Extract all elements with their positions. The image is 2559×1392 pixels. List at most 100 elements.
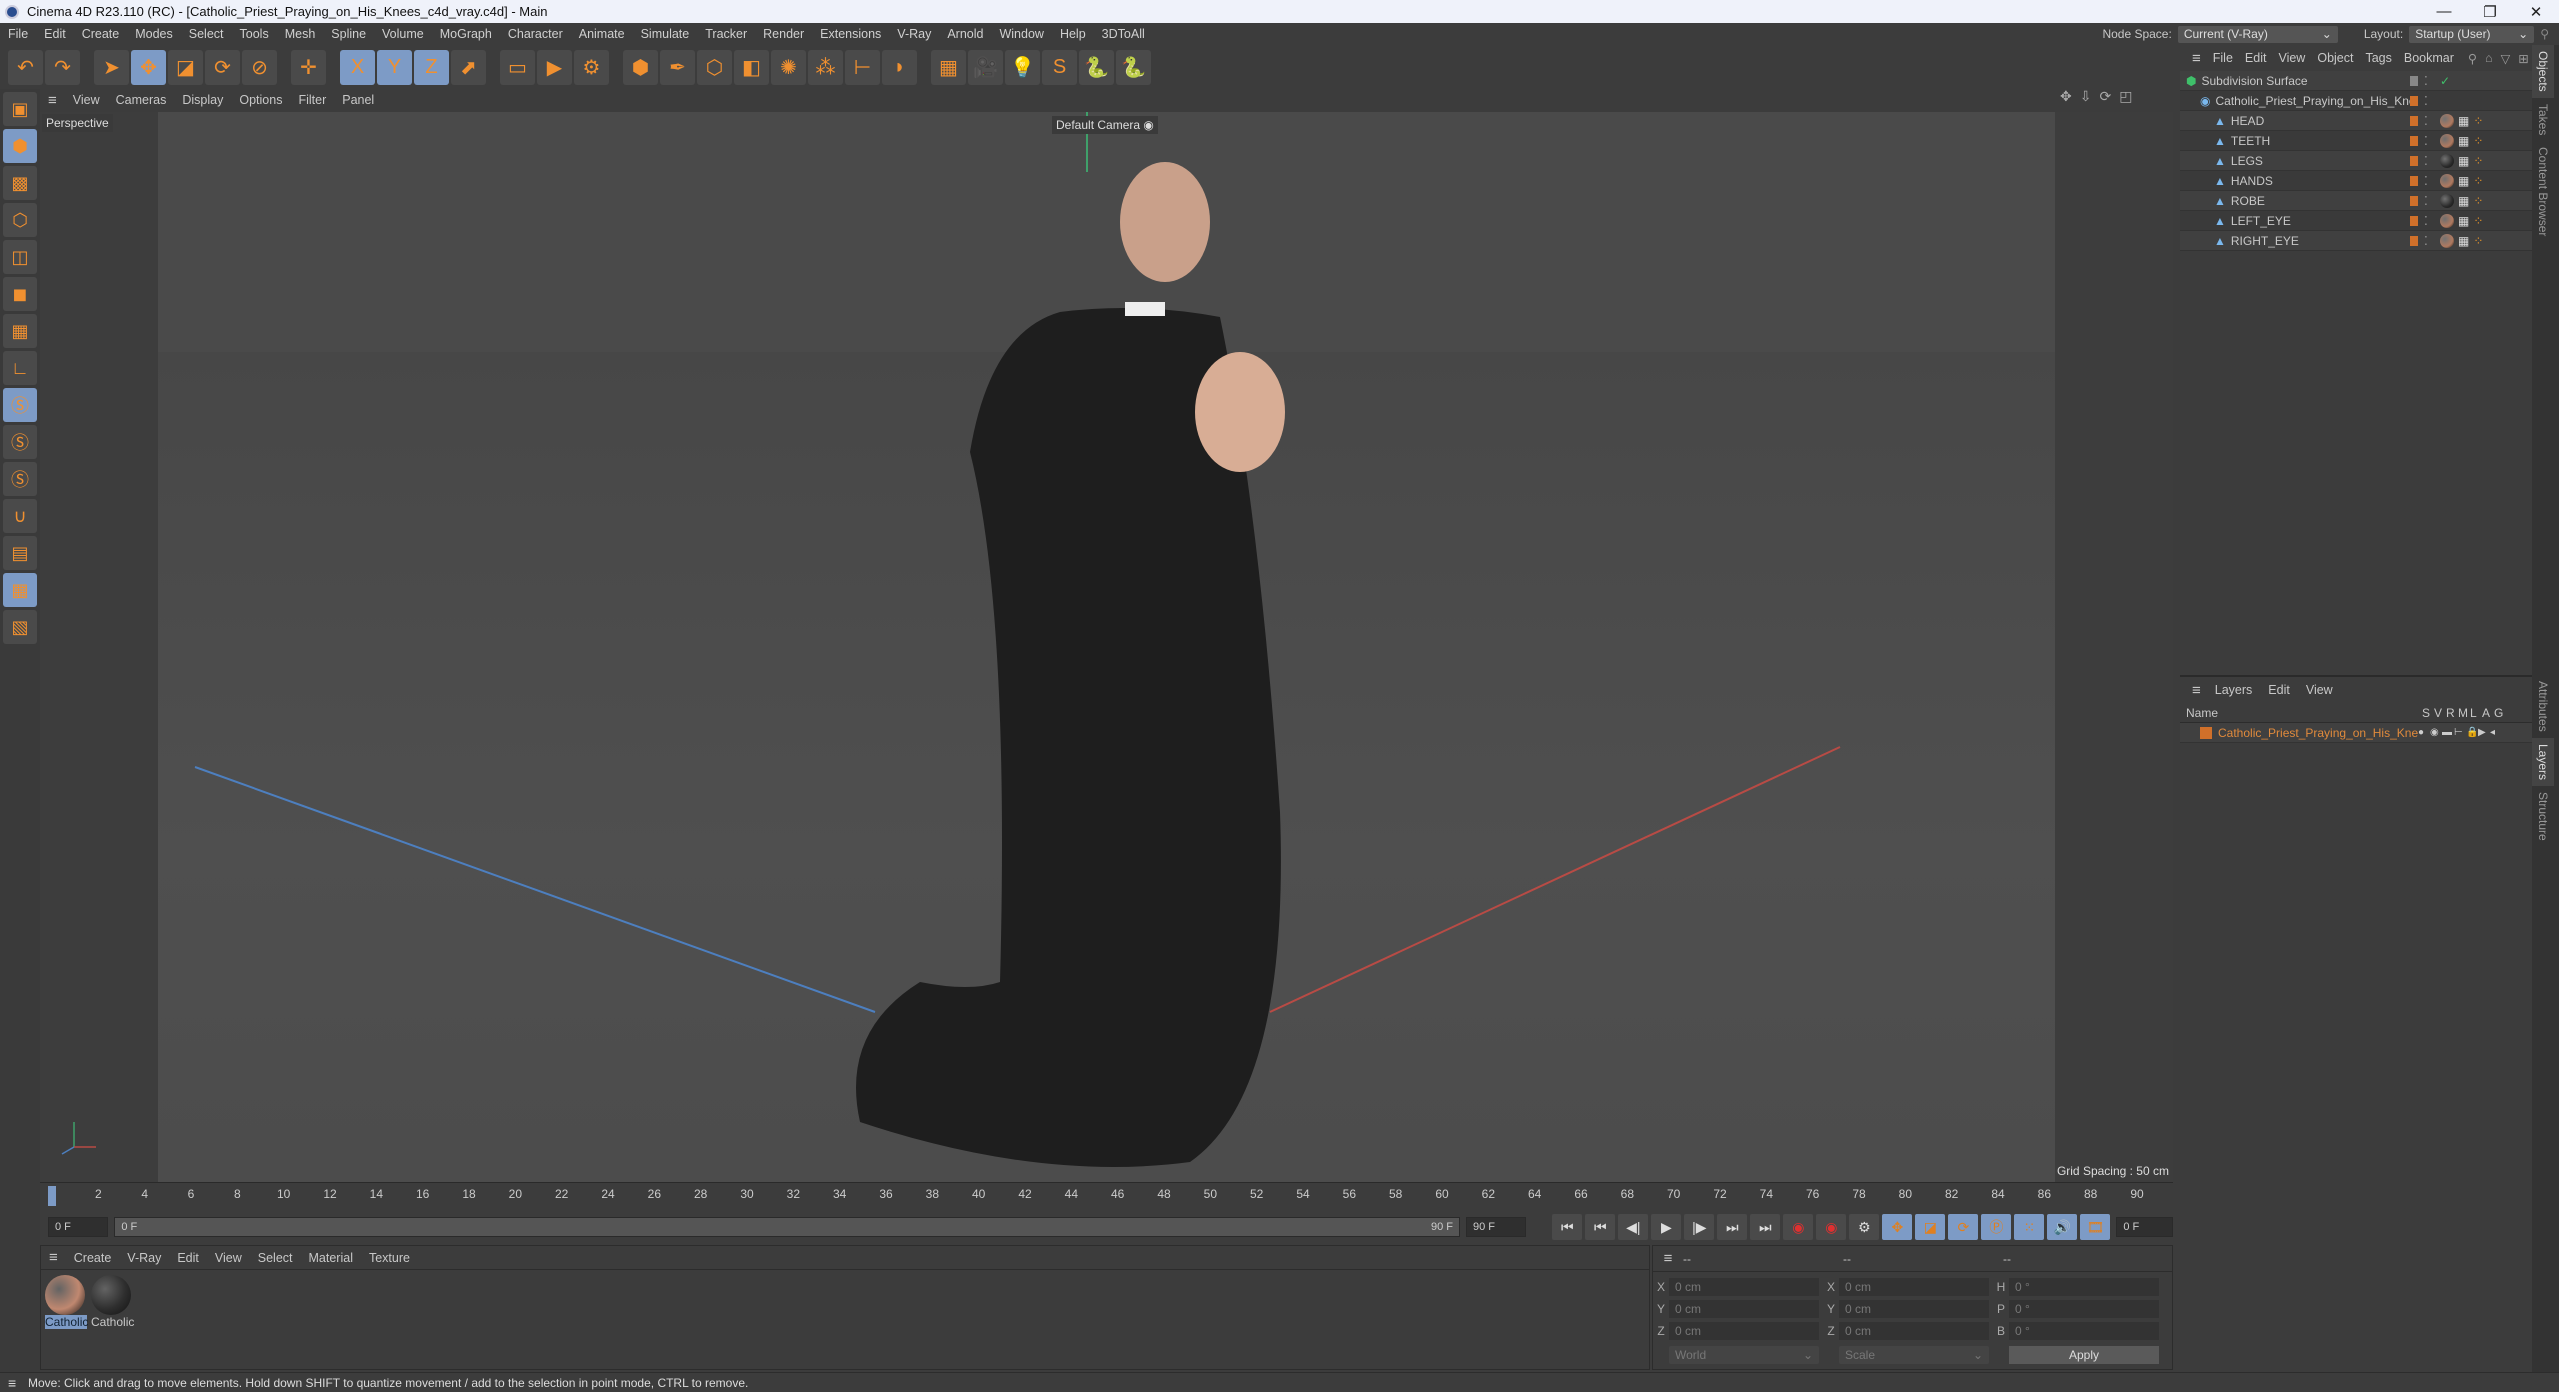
uvw-tag-icon[interactable]: ▦: [2458, 114, 2469, 128]
coordinate-field[interactable]: 0 cm: [1669, 1322, 1819, 1340]
menu-create[interactable]: Create: [74, 27, 128, 41]
layer-column-r[interactable]: R: [2446, 706, 2458, 720]
key-parameter-button[interactable]: Ⓟ: [1981, 1214, 2012, 1240]
side-tab-objects[interactable]: Objects: [2532, 45, 2554, 98]
menu-window[interactable]: Window: [991, 27, 1051, 41]
layout-dropdown[interactable]: Startup (User) ⌄: [2409, 25, 2535, 43]
minimize-button[interactable]: —: [2421, 3, 2467, 20]
uvw-tag-icon[interactable]: ▦: [2458, 194, 2469, 208]
right-frame-field[interactable]: 0 F: [2116, 1217, 2173, 1237]
workplane-button[interactable]: ▤: [3, 536, 37, 570]
material-menu-v-ray[interactable]: V-Ray: [119, 1251, 169, 1265]
material-menu-texture[interactable]: Texture: [361, 1251, 418, 1265]
playhead[interactable]: [48, 1186, 56, 1206]
search-icon[interactable]: ⚲: [2540, 27, 2549, 41]
node-space-dropdown[interactable]: Current (V-Ray) ⌄: [2177, 25, 2338, 43]
material-swatch[interactable]: Catholic: [45, 1275, 88, 1329]
menu-character[interactable]: Character: [500, 27, 571, 41]
object-row[interactable]: ▲ TEETH ⁚ ▦ ⁘: [2180, 131, 2532, 151]
uvw-tag-icon[interactable]: ▦: [2458, 154, 2469, 168]
scale-button[interactable]: ◪: [168, 49, 203, 85]
object-row[interactable]: ▲ LEFT_EYE ⁚ ▦ ⁘: [2180, 211, 2532, 231]
render-view-button[interactable]: ▭: [500, 49, 535, 85]
layer-column-s[interactable]: S: [2422, 706, 2434, 720]
visible-icon[interactable]: ◉: [2430, 727, 2442, 738]
vray-tag-icon[interactable]: ⁘: [2473, 174, 2483, 188]
coordinate-field[interactable]: 0 °: [2009, 1322, 2159, 1340]
menu-v-ray[interactable]: V-Ray: [889, 27, 939, 41]
material-menu-edit[interactable]: Edit: [169, 1251, 207, 1265]
play-button[interactable]: ▶: [1651, 1214, 1682, 1240]
redo-button[interactable]: ↷: [45, 49, 80, 85]
deformer-button[interactable]: ⊢: [845, 49, 880, 85]
side-tab-structure[interactable]: Structure: [2532, 786, 2554, 847]
object-row[interactable]: ▲ RIGHT_EYE ⁚ ▦ ⁘: [2180, 231, 2532, 251]
coordinate-mode-dropdown[interactable]: Scale ⌄: [1839, 1346, 1989, 1364]
side-tab-takes[interactable]: Takes: [2532, 98, 2554, 141]
menu-help[interactable]: Help: [1052, 27, 1094, 41]
layer-color-swatch[interactable]: [2410, 195, 2418, 206]
timeline-button[interactable]: 🎞: [2080, 1214, 2111, 1240]
object-menu-edit[interactable]: Edit: [2239, 51, 2273, 65]
viewport-menu-filter[interactable]: Filter: [290, 93, 334, 107]
key-pla-button[interactable]: ⁙: [2014, 1214, 2045, 1240]
viewport-menu-options[interactable]: Options: [231, 93, 290, 107]
coordinate-field[interactable]: 0 cm: [1669, 1300, 1819, 1318]
vray-tag-icon[interactable]: ⁘: [2473, 154, 2483, 168]
layer-color-swatch[interactable]: [2410, 175, 2418, 186]
visibility-dots-icon[interactable]: ⁚: [2424, 214, 2440, 228]
material-menu-select[interactable]: Select: [250, 1251, 301, 1265]
visibility-dots-icon[interactable]: ⁚: [2424, 234, 2440, 248]
apply-button[interactable]: Apply: [2009, 1346, 2159, 1364]
layer-column-m[interactable]: M: [2458, 706, 2470, 720]
axis-button[interactable]: ∟: [3, 351, 37, 385]
snap-button[interactable]: Ⓢ: [3, 388, 37, 422]
object-menu-tags[interactable]: Tags: [2359, 51, 2397, 65]
animation-icon[interactable]: ▶: [2478, 727, 2490, 738]
toggle-view-icon[interactable]: ◰: [2119, 88, 2132, 105]
material-swatch[interactable]: Catholic: [91, 1275, 134, 1329]
menu-mesh[interactable]: Mesh: [277, 27, 324, 41]
coordinate-field[interactable]: 0 °: [2009, 1278, 2159, 1296]
go-to-start-button[interactable]: ⏮: [1552, 1214, 1583, 1240]
coordinate-field[interactable]: 0 cm: [1839, 1322, 1989, 1340]
snap-settings-button[interactable]: Ⓢ: [3, 425, 37, 459]
menu-spline[interactable]: Spline: [323, 27, 374, 41]
vray-tag-icon[interactable]: ⁘: [2473, 114, 2483, 128]
layer-color-swatch[interactable]: [2410, 75, 2418, 86]
uvw-tag-icon[interactable]: ▦: [2458, 234, 2469, 248]
object-row[interactable]: ◉ Catholic_Priest_Praying_on_His_Knees ⁚: [2180, 91, 2532, 111]
coordinate-field[interactable]: 0 °: [2009, 1300, 2159, 1318]
viewport-menu-icon[interactable]: ≡: [40, 92, 65, 109]
home-icon[interactable]: ⌂: [2485, 51, 2493, 65]
object-row[interactable]: ▲ HANDS ⁚ ▦ ⁘: [2180, 171, 2532, 191]
rotate-view-icon[interactable]: ⟳: [2099, 88, 2111, 105]
layer-color-swatch[interactable]: [2410, 135, 2418, 146]
filter-icon[interactable]: ▽: [2501, 51, 2511, 66]
end-frame-field[interactable]: 90 F: [1465, 1217, 1527, 1237]
status-menu-icon[interactable]: ≡: [8, 1375, 16, 1391]
python2-button[interactable]: 🐍: [1116, 49, 1151, 85]
layer-menu-icon[interactable]: ≡: [2186, 682, 2207, 699]
mograph-button[interactable]: ⁂: [808, 49, 843, 85]
z-axis-button[interactable]: Z: [414, 49, 449, 85]
go-to-end-button[interactable]: ⏭: [1750, 1214, 1781, 1240]
visibility-dots-icon[interactable]: ⁚: [2424, 94, 2440, 108]
rotate-button[interactable]: ⟳: [205, 49, 240, 85]
object-menu-view[interactable]: View: [2272, 51, 2311, 65]
side-tab-content-browser[interactable]: Content Browser: [2532, 141, 2554, 242]
menu-modes[interactable]: Modes: [127, 27, 181, 41]
search-icon[interactable]: ⚲: [2468, 51, 2477, 66]
layer-menu-layers[interactable]: Layers: [2207, 683, 2261, 697]
viewport-perspective[interactable]: Perspective Default Camera ◉ Grid Spacin…: [40, 112, 2173, 1182]
visibility-dots-icon[interactable]: ⁚: [2424, 194, 2440, 208]
object-row[interactable]: ▲ ROBE ⁚ ▦ ⁘: [2180, 191, 2532, 211]
menu-simulate[interactable]: Simulate: [633, 27, 698, 41]
coordinate-field[interactable]: 0 cm: [1669, 1278, 1819, 1296]
x-axis-button[interactable]: X: [340, 49, 375, 85]
move-tool-button[interactable]: ✛: [291, 49, 326, 85]
uv-mode-button[interactable]: ▦: [3, 314, 37, 348]
layer-color-swatch[interactable]: [2410, 155, 2418, 166]
menu-tools[interactable]: Tools: [232, 27, 277, 41]
sound-button[interactable]: 🔊: [2047, 1214, 2078, 1240]
